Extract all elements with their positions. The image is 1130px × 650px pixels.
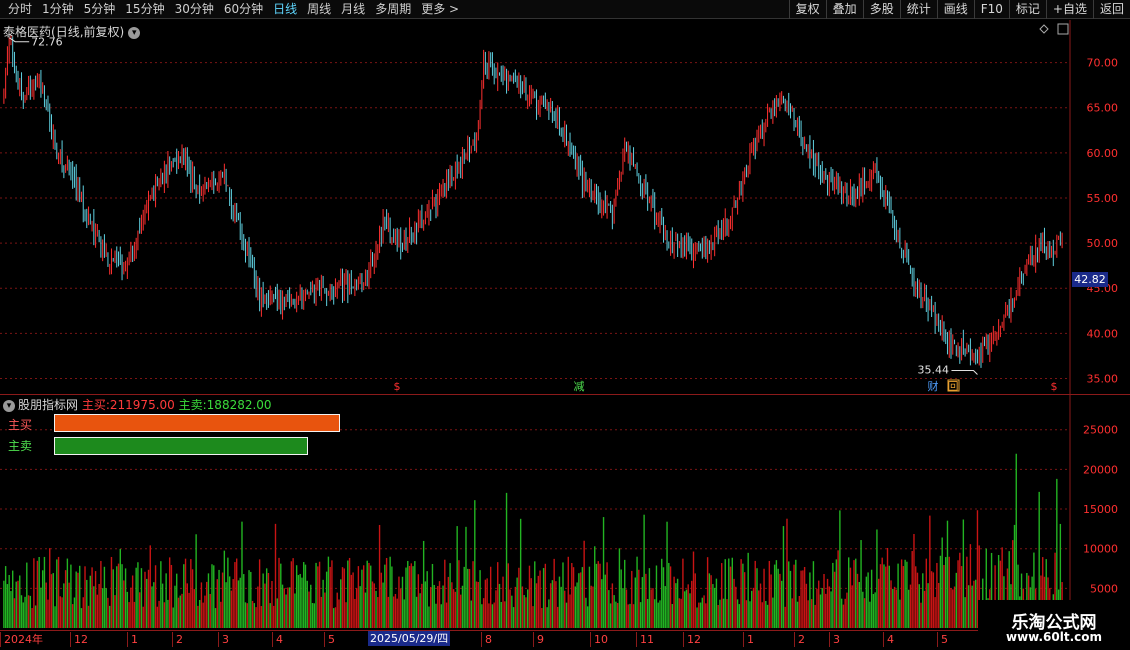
stock-name: 泰格医药 xyxy=(3,25,52,39)
date-tick-label: 4 xyxy=(883,632,894,647)
date-tick-label: 9 xyxy=(533,632,544,647)
chevron-down-icon[interactable]: ▾ xyxy=(3,399,15,412)
chart-mode: (日线,前复权) xyxy=(51,25,125,39)
buy-total-label: 主买: xyxy=(81,398,110,412)
date-tick-label: 10 xyxy=(590,632,608,647)
volume-tick-label: 5000 xyxy=(1090,582,1118,595)
date-tick-label: 3 xyxy=(218,632,229,647)
chevron-down-icon[interactable]: ▾ xyxy=(128,26,141,39)
volume-axis: 5000 10000 15000 20000 25000 xyxy=(1083,424,1118,596)
indicator-name: 股朋指标网 xyxy=(18,398,79,412)
current-price-tag: 42.82 xyxy=(1072,272,1108,287)
date-tick-label: 11 xyxy=(636,632,654,647)
date-tick-label: 1 xyxy=(127,632,138,647)
date-tick-label: 2 xyxy=(794,632,805,647)
buy-ratio-bar xyxy=(54,414,341,432)
volume-tick-label: 20000 xyxy=(1083,463,1118,476)
watermark: 乐淘公式网 www.60lt.com xyxy=(978,600,1130,650)
date-axis: 2024年 12 1 2 3 4 5 8 9 10 11 12 1 2 3 4 5 xyxy=(0,630,1130,650)
volume-tick-label: 25000 xyxy=(1083,424,1118,437)
date-tick-label: 12 xyxy=(70,632,88,647)
buy-row-label: 主买 xyxy=(8,418,33,432)
watermark-url: www.60lt.com xyxy=(1005,630,1103,644)
date-cursor-label: 2025/05/29/四 xyxy=(368,631,451,646)
main-chart-panel: 泰格医药(日线,前复权) ▾ xyxy=(0,20,1130,394)
date-tick-label: 12 xyxy=(683,632,701,647)
date-tick-label: 4 xyxy=(272,632,283,647)
date-tick-label: 8 xyxy=(481,632,492,647)
date-tick-label: 2 xyxy=(172,632,183,647)
date-tick-label: 3 xyxy=(829,632,840,647)
date-tick-label: 2024年 xyxy=(0,632,43,647)
panel-divider[interactable] xyxy=(0,394,1130,395)
volume-tick-label: 15000 xyxy=(1083,503,1118,516)
indicator-header: ▾ 股朋指标网 主买:211975.00 主卖:188282.00 xyxy=(3,396,272,413)
sell-row-label: 主卖 xyxy=(8,439,33,453)
sell-total-label: 主卖: xyxy=(178,398,207,412)
date-tick-label: 5 xyxy=(324,632,335,647)
volume-bar-series xyxy=(3,453,1063,628)
date-tick-label: 1 xyxy=(743,632,754,647)
chart-title: 泰格医药(日线,前复权) ▾ xyxy=(3,23,141,40)
volume-tick-label: 10000 xyxy=(1083,543,1118,556)
buy-total-value: 211975.00 xyxy=(109,398,175,412)
sell-ratio-bar xyxy=(54,437,308,455)
date-tick-label: 5 xyxy=(937,632,948,647)
sell-total-value: 188282.00 xyxy=(206,398,272,412)
